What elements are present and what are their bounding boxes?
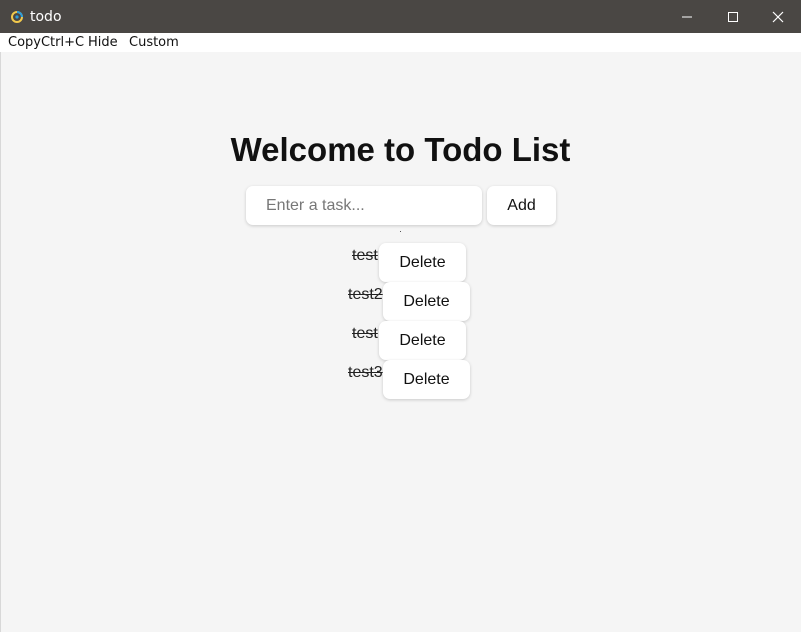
title-bar: todo	[0, 0, 801, 33]
add-button[interactable]: Add	[487, 186, 556, 225]
menu-item-custom[interactable]: Custom	[129, 35, 179, 50]
todo-item: test2 Delete	[348, 282, 478, 321]
todo-item: test Delete	[352, 321, 472, 360]
todo-item: test3 Delete	[348, 360, 478, 399]
close-icon	[772, 11, 784, 22]
menu-item-copy[interactable]: CopyCtrl+C	[8, 35, 84, 50]
maximize-button[interactable]	[710, 0, 756, 33]
delete-button[interactable]: Delete	[383, 282, 470, 321]
app-logo-icon	[11, 11, 23, 23]
page-title: Welcome to Todo List	[230, 131, 571, 168]
close-button[interactable]	[755, 0, 801, 33]
empty-item-marker	[400, 231, 401, 232]
todo-text: test3	[348, 364, 383, 381]
task-input[interactable]	[246, 186, 482, 225]
delete-button[interactable]: Delete	[379, 243, 466, 282]
menu-bar: CopyCtrl+C Hide Custom	[0, 33, 801, 52]
menu-item-hide[interactable]: Hide	[88, 35, 118, 50]
minimize-icon	[682, 16, 692, 17]
todo-item: test Delete	[352, 243, 472, 282]
todo-text: test	[352, 325, 378, 342]
delete-button[interactable]: Delete	[383, 360, 470, 399]
maximize-icon	[728, 11, 738, 22]
window-title: todo	[30, 9, 62, 25]
delete-button[interactable]: Delete	[379, 321, 466, 360]
todo-text: test2	[348, 286, 383, 303]
minimize-button[interactable]	[664, 0, 710, 33]
todo-text: test	[352, 247, 378, 264]
